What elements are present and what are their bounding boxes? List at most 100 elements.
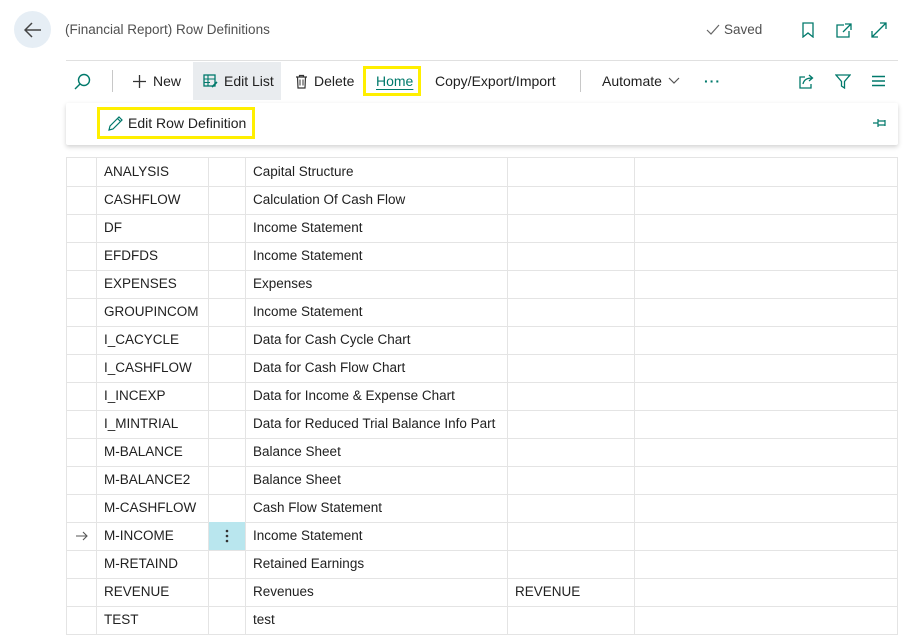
row-empty-cell[interactable] [634, 606, 898, 634]
search-button[interactable] [74, 62, 91, 100]
edit-list-button[interactable]: Edit List [193, 62, 281, 100]
row-name-cell[interactable]: CASHFLOW [96, 186, 208, 214]
table-row[interactable]: I_CASHFLOW Data for Cash Flow Chart [66, 354, 898, 383]
row-extra-cell[interactable] [507, 326, 634, 354]
pin-button[interactable] [872, 115, 888, 133]
row-extra-cell[interactable] [507, 550, 634, 578]
row-actions-cell[interactable] [208, 438, 245, 466]
row-description-cell[interactable]: Capital Structure [245, 158, 507, 186]
row-indicator[interactable] [66, 298, 96, 326]
row-name-cell[interactable]: REVENUE [96, 578, 208, 606]
row-name-cell[interactable]: DF [96, 214, 208, 242]
table-row[interactable]: M-CASHFLOW Cash Flow Statement [66, 494, 898, 523]
row-extra-cell[interactable]: REVENUE [507, 578, 634, 606]
row-extra-cell[interactable] [507, 186, 634, 214]
row-empty-cell[interactable] [634, 354, 898, 382]
row-name-cell[interactable]: I_CASHFLOW [96, 354, 208, 382]
row-actions-cell[interactable] [208, 578, 245, 606]
row-description-cell[interactable]: Balance Sheet [245, 466, 507, 494]
row-description-cell[interactable]: Income Statement [245, 298, 507, 326]
row-description-cell[interactable]: Retained Earnings [245, 550, 507, 578]
table-row[interactable]: REVENUE Revenues REVENUE [66, 578, 898, 607]
table-row[interactable]: EFDFDS Income Statement [66, 242, 898, 271]
row-name-cell[interactable]: TEST [96, 606, 208, 634]
row-empty-cell[interactable] [634, 494, 898, 522]
row-indicator[interactable] [66, 186, 96, 214]
row-indicator[interactable] [66, 354, 96, 382]
expand-button[interactable] [868, 19, 890, 41]
row-empty-cell[interactable] [634, 186, 898, 214]
row-extra-cell[interactable] [507, 354, 634, 382]
row-name-cell[interactable]: I_CACYCLE [96, 326, 208, 354]
bookmark-button[interactable] [797, 19, 819, 41]
row-actions-cell[interactable] [208, 298, 245, 326]
row-indicator[interactable] [66, 214, 96, 242]
row-empty-cell[interactable] [634, 578, 898, 606]
row-indicator[interactable] [66, 550, 96, 578]
row-actions-cell[interactable] [208, 214, 245, 242]
row-extra-cell[interactable] [507, 270, 634, 298]
row-empty-cell[interactable] [634, 438, 898, 466]
row-extra-cell[interactable] [507, 438, 634, 466]
row-description-cell[interactable]: Income Statement [245, 214, 507, 242]
row-empty-cell[interactable] [634, 522, 898, 550]
row-description-cell[interactable]: Data for Reduced Trial Balance Info Part [245, 410, 507, 438]
row-actions-cell[interactable] [208, 242, 245, 270]
open-new-window-button[interactable] [832, 19, 854, 41]
row-description-cell[interactable]: Cash Flow Statement [245, 494, 507, 522]
row-actions-cell[interactable] [208, 270, 245, 298]
row-indicator[interactable] [66, 466, 96, 494]
row-description-cell[interactable]: Balance Sheet [245, 438, 507, 466]
row-empty-cell[interactable] [634, 270, 898, 298]
row-name-cell[interactable]: M-INCOME [96, 522, 208, 550]
table-row[interactable]: EXPENSES Expenses [66, 270, 898, 299]
row-indicator[interactable] [66, 158, 96, 186]
row-name-cell[interactable]: EFDFDS [96, 242, 208, 270]
row-name-cell[interactable]: M-CASHFLOW [96, 494, 208, 522]
row-actions-cell[interactable] [208, 326, 245, 354]
row-empty-cell[interactable] [634, 326, 898, 354]
row-description-cell[interactable]: test [245, 606, 507, 634]
share-button[interactable] [798, 62, 815, 100]
row-actions-cell[interactable] [208, 522, 245, 550]
row-extra-cell[interactable] [507, 214, 634, 242]
filter-button[interactable] [835, 62, 851, 100]
row-extra-cell[interactable] [507, 466, 634, 494]
list-view-button[interactable] [871, 62, 886, 100]
tab-home[interactable]: Home [376, 62, 413, 100]
row-description-cell[interactable]: Data for Cash Flow Chart [245, 354, 507, 382]
row-name-cell[interactable]: GROUPINCOM [96, 298, 208, 326]
row-description-cell[interactable]: Calculation Of Cash Flow [245, 186, 507, 214]
row-actions-cell[interactable] [208, 466, 245, 494]
table-row[interactable]: I_INCEXP Data for Income & Expense Chart [66, 382, 898, 411]
automate-menu[interactable]: Automate [602, 62, 680, 100]
row-name-cell[interactable]: I_INCEXP [96, 382, 208, 410]
row-description-cell[interactable]: Data for Income & Expense Chart [245, 382, 507, 410]
row-empty-cell[interactable] [634, 298, 898, 326]
row-actions-cell[interactable] [208, 186, 245, 214]
row-indicator[interactable] [66, 326, 96, 354]
table-row[interactable]: ANALYSIS Capital Structure [66, 158, 898, 187]
row-extra-cell[interactable] [507, 242, 634, 270]
row-indicator[interactable] [66, 410, 96, 438]
row-empty-cell[interactable] [634, 214, 898, 242]
row-actions-cell[interactable] [208, 550, 245, 578]
table-row[interactable]: GROUPINCOM Income Statement [66, 298, 898, 327]
row-description-cell[interactable]: Income Statement [245, 522, 507, 550]
row-actions-cell[interactable] [208, 354, 245, 382]
row-extra-cell[interactable] [507, 410, 634, 438]
row-indicator[interactable] [66, 382, 96, 410]
row-actions-cell[interactable] [208, 158, 245, 186]
table-row[interactable]: CASHFLOW Calculation Of Cash Flow [66, 186, 898, 215]
row-indicator[interactable] [66, 606, 96, 634]
delete-button[interactable]: Delete [295, 62, 354, 100]
row-indicator[interactable] [66, 270, 96, 298]
row-name-cell[interactable]: I_MINTRIAL [96, 410, 208, 438]
row-empty-cell[interactable] [634, 242, 898, 270]
row-empty-cell[interactable] [634, 466, 898, 494]
table-row[interactable]: DF Income Statement [66, 214, 898, 243]
more-options-button[interactable]: ··· [704, 62, 721, 100]
row-description-cell[interactable]: Revenues [245, 578, 507, 606]
row-empty-cell[interactable] [634, 410, 898, 438]
row-actions-cell[interactable] [208, 606, 245, 634]
